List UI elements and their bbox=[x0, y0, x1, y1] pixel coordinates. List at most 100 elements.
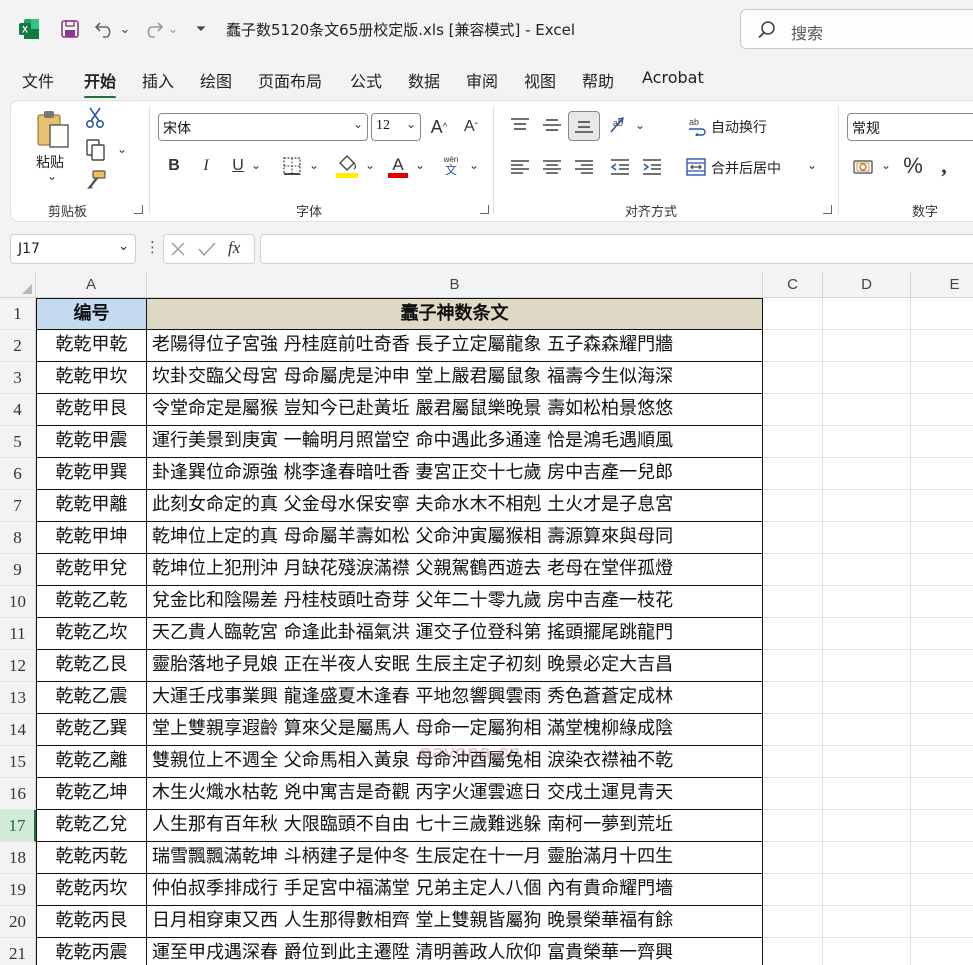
worksheet-grid[interactable]: A B C D E 1 编号 蠢子神数条文 2 乾乾甲乾 老陽得位子宮強 丹桂庭前吐奇香 … bbox=[0, 272, 973, 965]
number-format-select[interactable]: 常规 bbox=[847, 113, 973, 141]
orientation-chevron-down-icon[interactable]: ⌄ bbox=[634, 118, 646, 132]
align-bottom-button[interactable] bbox=[568, 111, 600, 141]
empty-cell[interactable] bbox=[763, 298, 823, 330]
empty-cell[interactable] bbox=[911, 874, 973, 906]
empty-cell[interactable] bbox=[823, 682, 911, 714]
empty-cell[interactable] bbox=[763, 682, 823, 714]
tab-draw[interactable]: 绘图 bbox=[200, 68, 232, 92]
empty-cell[interactable] bbox=[823, 426, 911, 458]
tab-help[interactable]: 帮助 bbox=[582, 68, 614, 92]
empty-cell[interactable] bbox=[911, 938, 973, 965]
format-painter-button[interactable] bbox=[84, 168, 108, 192]
empty-cell[interactable] bbox=[763, 330, 823, 362]
cell-code[interactable]: 乾乾丙坎 bbox=[36, 874, 147, 906]
row-header[interactable]: 9 bbox=[0, 554, 36, 586]
empty-cell[interactable] bbox=[763, 554, 823, 586]
empty-cell[interactable] bbox=[823, 938, 911, 965]
cell-code[interactable]: 乾乾乙坎 bbox=[36, 618, 147, 650]
align-top-button[interactable] bbox=[508, 112, 532, 138]
empty-cell[interactable] bbox=[763, 586, 823, 618]
cell-code[interactable]: 乾乾甲坎 bbox=[36, 362, 147, 394]
cell-verse[interactable]: 兌金比和陰陽差 丹桂枝頭吐奇芽 父年二十零九歲 房中吉產一枝花 bbox=[147, 586, 763, 618]
cut-button[interactable] bbox=[84, 106, 106, 130]
header-cell-id[interactable]: 编号 bbox=[36, 298, 147, 330]
merge-center-icon[interactable] bbox=[684, 155, 708, 179]
align-center-button[interactable] bbox=[540, 154, 564, 180]
empty-cell[interactable] bbox=[763, 490, 823, 522]
alignment-launcher-icon[interactable] bbox=[823, 205, 832, 214]
cell-verse[interactable]: 卦逢巽位命源強 桃李逢春暗吐香 妻宮正交十七歲 房中吉產一兒郎 bbox=[147, 458, 763, 490]
cell-code[interactable]: 乾乾甲巽 bbox=[36, 458, 147, 490]
row-header[interactable]: 6 bbox=[0, 458, 36, 490]
undo-dropdown-chevron-down-icon[interactable]: ⌄ bbox=[118, 16, 132, 42]
empty-cell[interactable] bbox=[911, 746, 973, 778]
empty-cell[interactable] bbox=[763, 522, 823, 554]
row-header[interactable]: 12 bbox=[0, 650, 36, 682]
empty-cell[interactable] bbox=[823, 842, 911, 874]
font-name-select[interactable]: 宋体 ⌄ bbox=[158, 113, 368, 141]
empty-cell[interactable] bbox=[763, 394, 823, 426]
paste-button[interactable] bbox=[32, 108, 74, 150]
formula-input[interactable] bbox=[260, 234, 973, 264]
cell-verse[interactable]: 老陽得位子宮強 丹桂庭前吐奇香 長子立定屬龍象 五子森森耀門牆 bbox=[147, 330, 763, 362]
comma-style-button[interactable]: , bbox=[934, 152, 954, 180]
copy-chevron-down-icon[interactable]: ⌄ bbox=[116, 142, 128, 156]
column-header-e[interactable]: E bbox=[911, 272, 973, 298]
empty-cell[interactable] bbox=[911, 490, 973, 522]
empty-cell[interactable] bbox=[911, 362, 973, 394]
empty-cell[interactable] bbox=[823, 714, 911, 746]
empty-cell[interactable] bbox=[823, 554, 911, 586]
italic-button[interactable]: I bbox=[196, 154, 216, 178]
cell-code[interactable]: 乾乾乙兌 bbox=[36, 810, 147, 842]
row-header[interactable]: 11 bbox=[0, 618, 36, 650]
cell-code[interactable]: 乾乾丙震 bbox=[36, 938, 147, 965]
underline-chevron-down-icon[interactable]: ⌄ bbox=[250, 158, 262, 172]
cell-code[interactable]: 乾乾甲坤 bbox=[36, 522, 147, 554]
tab-review[interactable]: 审阅 bbox=[466, 68, 498, 92]
empty-cell[interactable] bbox=[763, 426, 823, 458]
cell-code[interactable]: 乾乾乙坤 bbox=[36, 778, 147, 810]
empty-cell[interactable] bbox=[823, 650, 911, 682]
accounting-chevron-down-icon[interactable]: ⌄ bbox=[880, 158, 892, 172]
orientation-button[interactable]: ab bbox=[606, 112, 632, 138]
row-header[interactable]: 14 bbox=[0, 714, 36, 746]
tab-view[interactable]: 视图 bbox=[524, 68, 556, 92]
row-header[interactable]: 5 bbox=[0, 426, 36, 458]
font-size-select[interactable]: 12 ⌄ bbox=[371, 113, 421, 141]
empty-cell[interactable] bbox=[763, 842, 823, 874]
save-button[interactable] bbox=[58, 16, 82, 42]
cell-verse[interactable]: 仲伯叔季排成行 手足宮中福滿堂 兄弟主定人八個 內有貴命耀門墻 bbox=[147, 874, 763, 906]
phonetic-guide-button[interactable]: wén 文 bbox=[438, 152, 464, 180]
cell-verse[interactable]: 天乙貴人臨乾宮 命逢此卦福氣洪 運交子位登科第 搖頭擺尾跳龍門 bbox=[147, 618, 763, 650]
empty-cell[interactable] bbox=[763, 874, 823, 906]
cell-code[interactable]: 乾乾乙離 bbox=[36, 746, 147, 778]
column-header-d[interactable]: D bbox=[823, 272, 911, 298]
column-header-c[interactable]: C bbox=[763, 272, 823, 298]
cell-verse[interactable]: 令堂命定是屬猴 豈知今已赴黃坵 嚴君屬鼠樂晚景 壽如松柏景悠悠 bbox=[147, 394, 763, 426]
fill-color-button[interactable] bbox=[334, 152, 360, 180]
empty-cell[interactable] bbox=[911, 842, 973, 874]
cancel-icon[interactable] bbox=[170, 241, 186, 257]
merge-chevron-down-icon[interactable]: ⌄ bbox=[806, 158, 818, 172]
borders-chevron-down-icon[interactable]: ⌄ bbox=[308, 158, 320, 172]
tab-page-layout[interactable]: 页面布局 bbox=[258, 68, 322, 92]
row-header[interactable]: 18 bbox=[0, 842, 36, 874]
empty-cell[interactable] bbox=[763, 650, 823, 682]
more-options-icon[interactable]: ⋮ bbox=[145, 238, 160, 256]
column-header-b[interactable]: B bbox=[147, 272, 763, 298]
cell-code[interactable]: 乾乾甲兌 bbox=[36, 554, 147, 586]
borders-button[interactable] bbox=[281, 154, 303, 178]
empty-cell[interactable] bbox=[911, 298, 973, 330]
empty-cell[interactable] bbox=[911, 586, 973, 618]
row-header[interactable]: 2 bbox=[0, 330, 36, 362]
row-header[interactable]: 15 bbox=[0, 746, 36, 778]
cell-code[interactable]: 乾乾甲離 bbox=[36, 490, 147, 522]
tab-data[interactable]: 数据 bbox=[408, 68, 440, 92]
insert-function-button[interactable]: fx bbox=[228, 238, 240, 258]
undo-button[interactable] bbox=[92, 16, 118, 42]
cell-verse[interactable]: 瑞雪飄飄滿乾坤 斗柄建子是仲冬 生辰定在十一月 靈胎滿月十四生 bbox=[147, 842, 763, 874]
row-header[interactable]: 3 bbox=[0, 362, 36, 394]
empty-cell[interactable] bbox=[823, 394, 911, 426]
empty-cell[interactable] bbox=[823, 298, 911, 330]
empty-cell[interactable] bbox=[763, 938, 823, 965]
